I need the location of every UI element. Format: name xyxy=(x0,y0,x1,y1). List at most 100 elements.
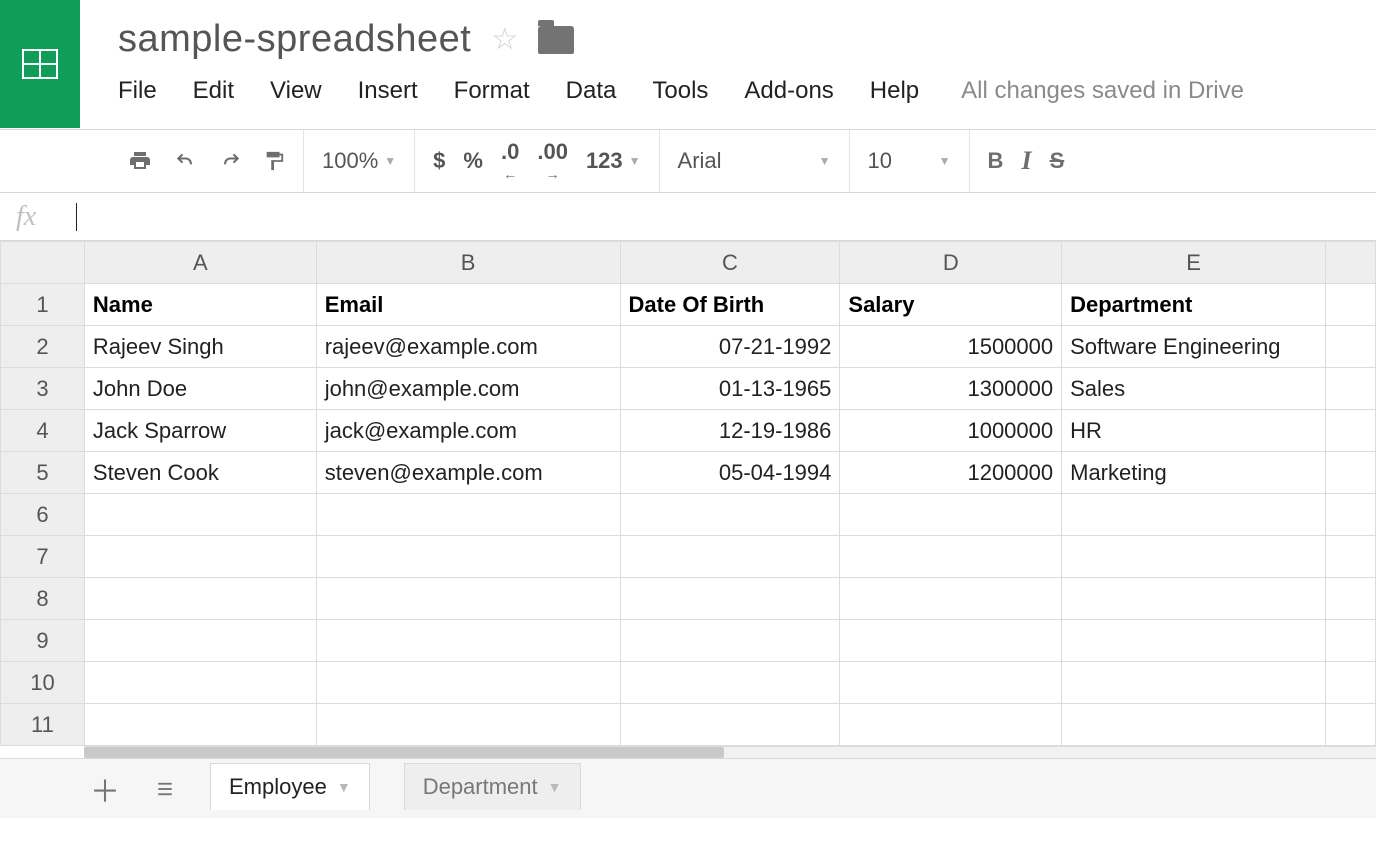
menu-file[interactable]: File xyxy=(118,77,157,105)
cell[interactable] xyxy=(1062,494,1326,536)
cell[interactable]: Date Of Birth xyxy=(620,284,840,326)
column-header-A[interactable]: A xyxy=(84,242,316,284)
cell[interactable]: Jack Sparrow xyxy=(84,410,316,452)
cell[interactable]: 1000000 xyxy=(840,410,1062,452)
font-family-dropdown[interactable]: Arial ▼ xyxy=(678,148,831,174)
cell[interactable] xyxy=(620,704,840,746)
cell[interactable] xyxy=(1326,326,1376,368)
cell[interactable] xyxy=(1326,536,1376,578)
menu-help[interactable]: Help xyxy=(870,77,919,105)
strikethrough-button[interactable]: S xyxy=(1050,148,1065,174)
decrease-decimal-button[interactable]: .0 ← xyxy=(501,142,519,180)
menu-tools[interactable]: Tools xyxy=(652,77,708,105)
increase-decimal-button[interactable]: .00 → xyxy=(537,142,568,180)
cell[interactable]: 05-04-1994 xyxy=(620,452,840,494)
cell[interactable] xyxy=(840,578,1062,620)
column-header-D[interactable]: D xyxy=(840,242,1062,284)
scrollbar-thumb[interactable] xyxy=(84,747,724,758)
cell[interactable] xyxy=(1326,368,1376,410)
cell[interactable] xyxy=(316,536,620,578)
bold-button[interactable]: B xyxy=(988,148,1004,174)
menu-insert[interactable]: Insert xyxy=(358,77,418,105)
cell[interactable] xyxy=(1326,578,1376,620)
font-size-dropdown[interactable]: 10 ▼ xyxy=(868,148,951,174)
row-header[interactable]: 5 xyxy=(1,452,85,494)
cell[interactable] xyxy=(316,620,620,662)
cell[interactable]: 07-21-1992 xyxy=(620,326,840,368)
number-format-dropdown[interactable]: 123 ▼ xyxy=(586,148,641,174)
cell[interactable]: Name xyxy=(84,284,316,326)
cell[interactable]: HR xyxy=(1062,410,1326,452)
row-header[interactable]: 10 xyxy=(1,662,85,704)
cell[interactable] xyxy=(840,620,1062,662)
cell[interactable]: Department xyxy=(1062,284,1326,326)
sheet-tab-department[interactable]: Department ▼ xyxy=(404,763,581,810)
row-header[interactable]: 9 xyxy=(1,620,85,662)
undo-icon[interactable] xyxy=(171,151,199,171)
italic-button[interactable]: I xyxy=(1021,146,1031,176)
cell[interactable]: 1500000 xyxy=(840,326,1062,368)
cell[interactable]: rajeev@example.com xyxy=(316,326,620,368)
cell[interactable] xyxy=(316,662,620,704)
cell[interactable] xyxy=(1062,536,1326,578)
menu-addons[interactable]: Add-ons xyxy=(744,77,833,105)
column-header-extra[interactable] xyxy=(1326,242,1376,284)
cell[interactable] xyxy=(620,494,840,536)
formula-bar[interactable]: fx xyxy=(0,193,1376,241)
cell[interactable] xyxy=(84,620,316,662)
row-header[interactable]: 1 xyxy=(1,284,85,326)
cell[interactable] xyxy=(84,536,316,578)
all-sheets-menu-icon[interactable] xyxy=(154,780,176,798)
cell[interactable] xyxy=(316,704,620,746)
cell[interactable] xyxy=(620,620,840,662)
cell[interactable] xyxy=(316,578,620,620)
cell[interactable] xyxy=(620,536,840,578)
cell[interactable] xyxy=(1326,494,1376,536)
cell[interactable]: Sales xyxy=(1062,368,1326,410)
cell[interactable] xyxy=(1326,620,1376,662)
row-header[interactable]: 7 xyxy=(1,536,85,578)
cell[interactable] xyxy=(620,578,840,620)
cell[interactable]: Rajeev Singh xyxy=(84,326,316,368)
cell[interactable] xyxy=(840,494,1062,536)
cell[interactable]: 12-19-1986 xyxy=(620,410,840,452)
cell[interactable]: Software Engineering xyxy=(1062,326,1326,368)
row-header[interactable]: 11 xyxy=(1,704,85,746)
row-header[interactable]: 2 xyxy=(1,326,85,368)
menu-data[interactable]: Data xyxy=(566,77,617,105)
add-sheet-button[interactable]: ＋ xyxy=(90,767,120,811)
cell[interactable] xyxy=(84,704,316,746)
star-icon[interactable]: ☆ xyxy=(491,22,518,57)
column-header-E[interactable]: E xyxy=(1062,242,1326,284)
cell[interactable] xyxy=(1326,410,1376,452)
row-header[interactable]: 8 xyxy=(1,578,85,620)
cell[interactable] xyxy=(1326,704,1376,746)
format-currency-button[interactable]: $ xyxy=(433,148,445,174)
menu-edit[interactable]: Edit xyxy=(193,77,234,105)
format-percent-button[interactable]: % xyxy=(463,148,483,174)
cell[interactable]: Steven Cook xyxy=(84,452,316,494)
document-title[interactable]: sample-spreadsheet xyxy=(118,18,471,61)
cell[interactable]: 01-13-1965 xyxy=(620,368,840,410)
redo-icon[interactable] xyxy=(217,151,245,171)
cell[interactable]: john@example.com xyxy=(316,368,620,410)
cell[interactable] xyxy=(840,536,1062,578)
cell[interactable]: 1300000 xyxy=(840,368,1062,410)
cell[interactable] xyxy=(1062,704,1326,746)
row-header[interactable]: 3 xyxy=(1,368,85,410)
spreadsheet-grid[interactable]: A B C D E 1NameEmailDate Of BirthSalaryD… xyxy=(0,241,1376,746)
column-header-B[interactable]: B xyxy=(316,242,620,284)
horizontal-scrollbar[interactable] xyxy=(84,746,1376,758)
cell[interactable]: John Doe xyxy=(84,368,316,410)
cell[interactable] xyxy=(1326,284,1376,326)
cell[interactable] xyxy=(84,494,316,536)
cell[interactable] xyxy=(84,578,316,620)
cell[interactable]: Salary xyxy=(840,284,1062,326)
cell[interactable] xyxy=(1062,620,1326,662)
cell[interactable]: Marketing xyxy=(1062,452,1326,494)
paint-format-icon[interactable] xyxy=(263,148,285,174)
column-header-C[interactable]: C xyxy=(620,242,840,284)
cell[interactable] xyxy=(1326,452,1376,494)
print-icon[interactable] xyxy=(127,149,153,173)
cell[interactable] xyxy=(620,662,840,704)
